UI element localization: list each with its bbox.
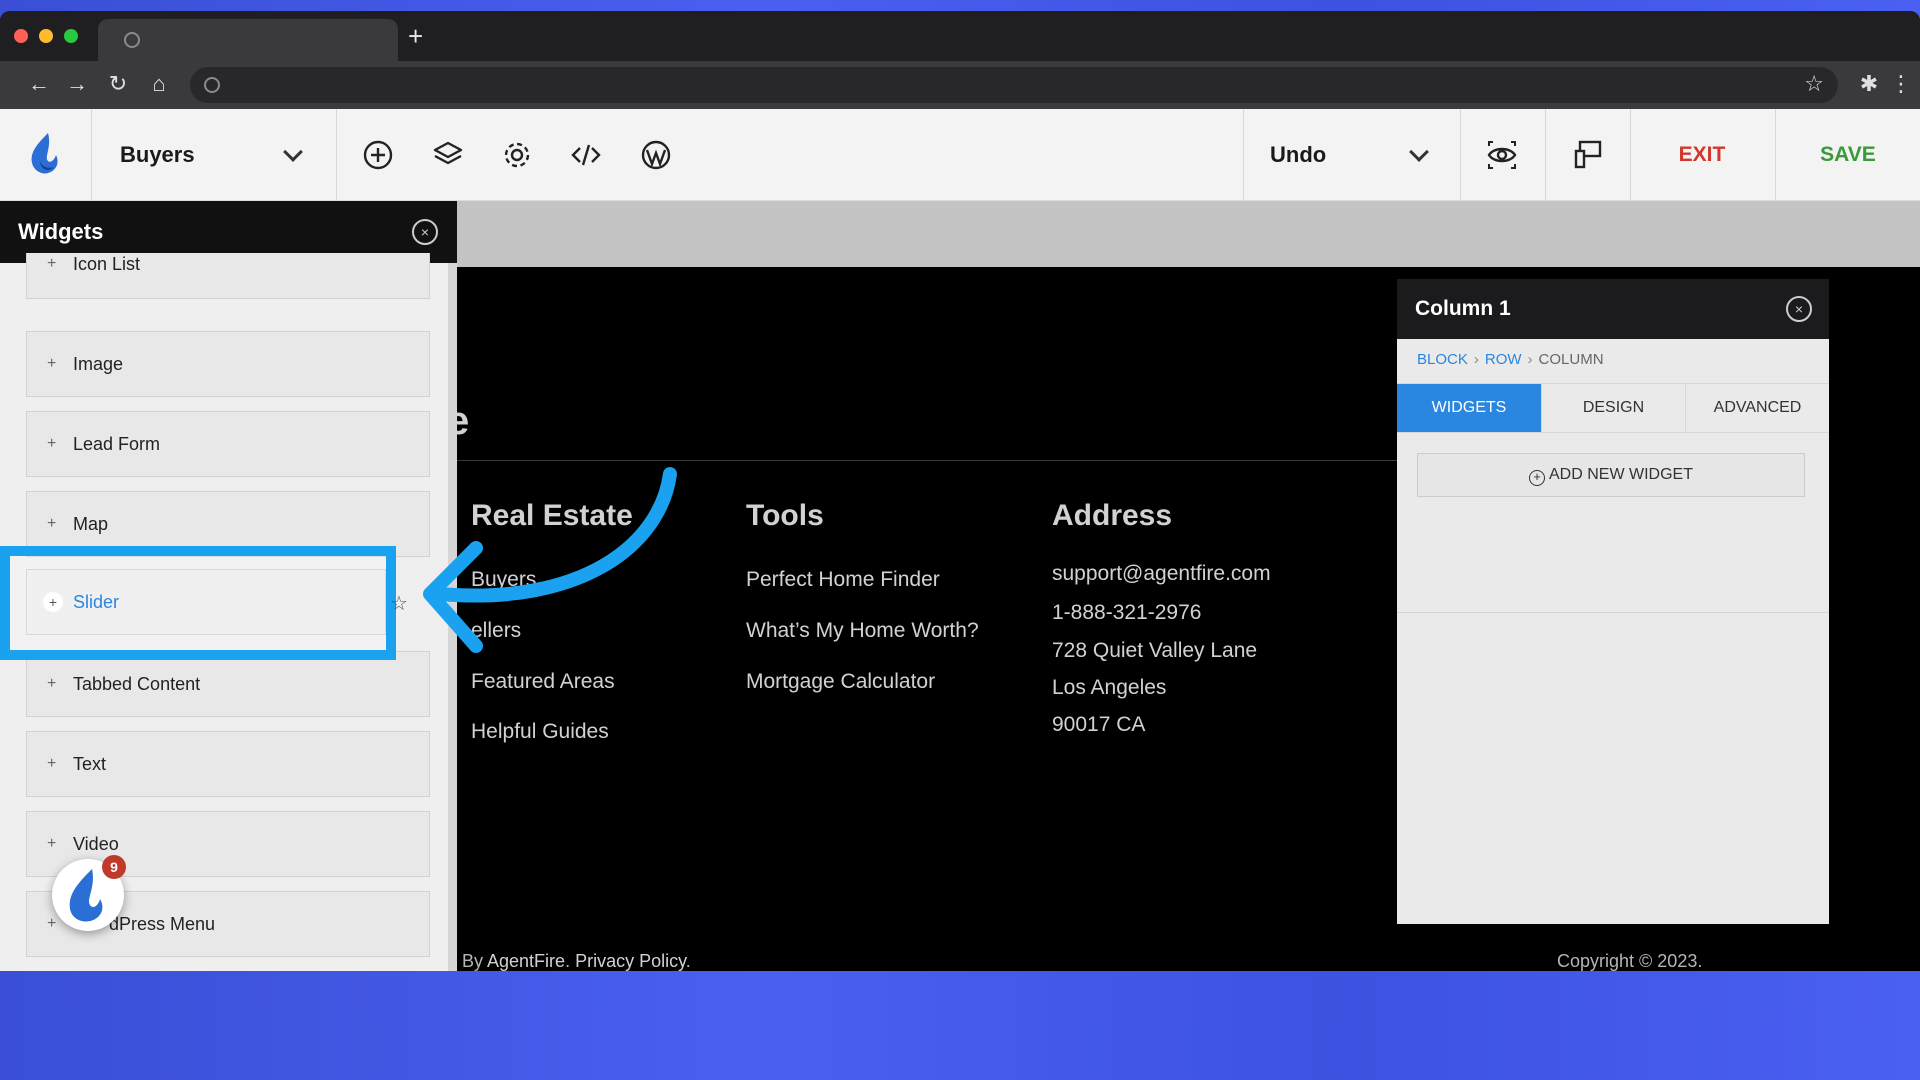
column-panel-header: Column 1 × — [1397, 279, 1829, 339]
privacy-policy-link[interactable]: Privacy Policy — [575, 951, 686, 971]
extensions-icon[interactable]: ✱ — [1856, 71, 1882, 97]
favorite-star-icon[interactable]: ☆ — [390, 591, 408, 616]
wordpress-icon[interactable] — [640, 139, 672, 171]
forward-icon[interactable]: → — [64, 71, 90, 97]
widget-item-slider[interactable]: + Slider — [26, 569, 386, 635]
close-window-button[interactable] — [14, 29, 28, 43]
canvas-top-area — [457, 201, 1920, 267]
breadcrumb-block[interactable]: BLOCK — [1417, 351, 1468, 368]
globe-icon — [124, 32, 140, 48]
reload-icon[interactable]: ↻ — [105, 71, 131, 97]
back-icon[interactable]: ← — [26, 71, 52, 97]
maximize-window-button[interactable] — [64, 29, 78, 43]
breadcrumb-column: COLUMN — [1538, 351, 1604, 368]
widget-item-text[interactable]: + Text — [26, 731, 430, 797]
footer-zip: 90017 CA — [1052, 713, 1146, 736]
address-bar[interactable]: ☆ — [190, 67, 1838, 103]
add-icon[interactable] — [362, 139, 394, 171]
plus-icon: + — [43, 592, 63, 612]
menu-icon[interactable]: ⋮ — [1888, 71, 1914, 97]
footer-divider — [457, 460, 1397, 461]
footer-city: Los Angeles — [1052, 676, 1167, 699]
footer-link-helpful-guides[interactable]: Helpful Guides — [471, 720, 609, 744]
plus-icon: + — [47, 675, 57, 692]
new-tab-button[interactable]: + — [408, 23, 423, 49]
footer-link-mortgage-calculator[interactable]: Mortgage Calculator — [746, 670, 935, 694]
undo-select[interactable]: Undo — [1270, 109, 1326, 201]
tab-advanced[interactable]: ADVANCED — [1685, 384, 1829, 432]
add-circle-icon: + — [1529, 470, 1545, 486]
footer-phone[interactable]: 1-888-321-2976 — [1052, 601, 1201, 625]
footer-copyright: Copyright © 2023. — [1557, 951, 1703, 971]
home-icon[interactable]: ⌂ — [146, 71, 172, 97]
footer-street: 728 Quiet Valley Lane — [1052, 639, 1258, 662]
notification-badge: 9 — [102, 855, 126, 879]
browser-navbar: ← → ↻ ⌂ ☆ ✱ ⋮ — [0, 61, 1920, 109]
editor-toolbar: Buyers Undo EXIT SAVE — [0, 109, 1920, 201]
star-icon[interactable]: ☆ — [1804, 71, 1824, 97]
column-panel-title: Column 1 — [1415, 297, 1511, 320]
footer-email[interactable]: support@agentfire.com — [1052, 562, 1271, 586]
chevron-down-icon[interactable] — [283, 142, 303, 162]
footer-link-home-finder[interactable]: Perfect Home Finder — [746, 568, 940, 592]
widget-item-icon-list[interactable]: + Icon List — [26, 253, 430, 299]
breadcrumb-row[interactable]: ROW — [1485, 351, 1522, 368]
tutorial-arrow-icon — [423, 467, 677, 653]
column-panel-divider — [1397, 612, 1829, 613]
globe-icon — [204, 77, 220, 93]
close-icon[interactable]: × — [1786, 296, 1812, 322]
layers-icon[interactable] — [432, 139, 464, 171]
close-icon[interactable]: × — [412, 219, 438, 245]
browser-tab[interactable] — [98, 19, 398, 61]
tab-widgets[interactable]: WIDGETS — [1397, 384, 1541, 432]
widget-item-tabbed-content[interactable]: + Tabbed Content — [26, 651, 430, 717]
column-panel-tabs: WIDGETS DESIGN ADVANCED — [1397, 383, 1829, 433]
browser-tabbar: + — [0, 11, 1920, 61]
plus-icon: + — [47, 355, 57, 372]
responsive-icon[interactable] — [1572, 139, 1604, 171]
plus-icon: + — [47, 435, 57, 452]
plus-icon: + — [47, 255, 57, 272]
footer-link-featured-areas[interactable]: Featured Areas — [471, 670, 615, 694]
agentfire-link[interactable]: AgentFire — [487, 951, 565, 971]
preview-icon[interactable] — [1486, 139, 1518, 171]
footer-link-home-worth[interactable]: What’s My Home Worth? — [746, 619, 979, 643]
chevron-down-icon[interactable] — [1409, 142, 1429, 162]
plus-icon: + — [47, 755, 57, 772]
minimize-window-button[interactable] — [39, 29, 53, 43]
page-select[interactable]: Buyers — [120, 109, 195, 201]
footer-credits: By AgentFire. Privacy Policy. — [462, 951, 691, 971]
breadcrumb: BLOCK › ROW › COLUMN — [1417, 351, 1604, 368]
exit-button[interactable]: EXIT — [1632, 109, 1772, 201]
add-new-widget-button[interactable]: + ADD NEW WIDGET — [1417, 453, 1805, 497]
settings-icon[interactable] — [501, 139, 533, 171]
column-settings-panel: Column 1 × BLOCK › ROW › COLUMN WIDGETS DESI… — [1397, 279, 1829, 924]
widget-item-lead-form[interactable]: + Lead Form — [26, 411, 430, 477]
save-button[interactable]: SAVE — [1776, 109, 1920, 201]
code-icon[interactable] — [570, 139, 602, 171]
browser-window: + ← → ↻ ⌂ ☆ ✱ ⋮ Buyers Undo EXIT SAVE e … — [0, 11, 1920, 971]
widget-item-image[interactable]: + Image — [26, 331, 430, 397]
tab-design[interactable]: DESIGN — [1541, 384, 1685, 432]
agentfire-logo-icon[interactable] — [28, 131, 62, 175]
footer-heading-address: Address — [1052, 499, 1173, 532]
footer-heading-tools: Tools — [746, 499, 824, 532]
